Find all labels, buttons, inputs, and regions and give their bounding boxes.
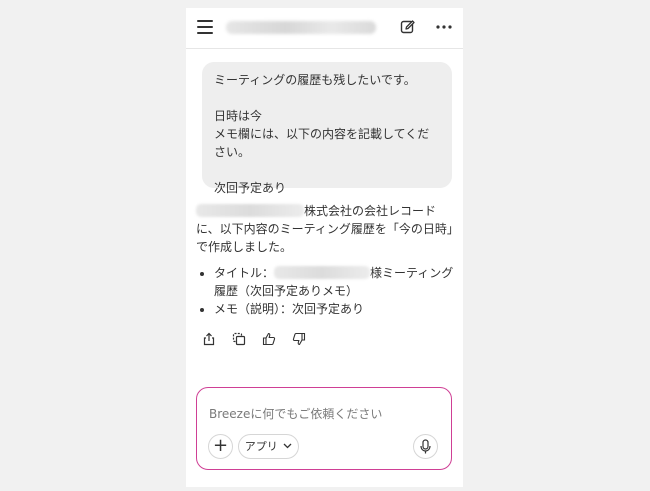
list-item: タイトル：様ミーティング履歴（次回予定ありメモ） xyxy=(214,264,454,300)
composer-placeholder[interactable]: Breezeに何でもご依頼ください xyxy=(209,405,382,422)
edit-note-icon[interactable] xyxy=(400,19,416,35)
user-message-line: 次回予定あり xyxy=(214,181,287,195)
share-icon[interactable] xyxy=(202,332,216,346)
microphone-button[interactable] xyxy=(413,434,438,459)
copy-icon[interactable] xyxy=(232,332,246,346)
message-composer[interactable]: Breezeに何でもご依頼ください + アプリ xyxy=(196,387,452,470)
microphone-icon xyxy=(420,439,431,454)
list-item: メモ（説明）：次回予定あり xyxy=(214,300,454,318)
assistant-intro: 株式会社の会社レコードに、以下内容のミーティング履歴を「今の日時」で作成しました… xyxy=(196,202,454,256)
chat-header xyxy=(186,8,463,49)
app-selector-button[interactable]: アプリ xyxy=(238,434,299,459)
user-message-line: 日時は今 xyxy=(214,109,263,123)
thumbs-up-icon[interactable] xyxy=(262,332,276,346)
user-message-line: メモ欄には、以下の内容を記載してください。 xyxy=(214,127,430,159)
redacted-title xyxy=(226,21,376,34)
add-attachment-button[interactable]: + xyxy=(208,434,233,459)
user-message-bubble: ミーティングの履歴も残したいです。 日時は今 メモ欄には、以下の内容を記載してく… xyxy=(202,62,452,195)
assistant-message: 株式会社の会社レコードに、以下内容のミーティング履歴を「今の日時」で作成しました… xyxy=(196,202,454,318)
assistant-bullet-list: タイトル：様ミーティング履歴（次回予定ありメモ） メモ（説明）：次回予定あり xyxy=(196,264,454,318)
redacted-company-name xyxy=(196,204,304,217)
hamburger-menu-icon[interactable] xyxy=(197,20,213,34)
more-horizontal-icon[interactable] xyxy=(435,19,453,35)
redacted-client-name xyxy=(274,266,371,279)
thumbs-down-icon[interactable] xyxy=(292,332,306,346)
bullet-title-label: タイトル： xyxy=(214,266,275,280)
chat-panel: ミーティングの履歴も残したいです。 日時は今 メモ欄には、以下の内容を記載してく… xyxy=(186,8,463,487)
app-selector-label: アプリ xyxy=(244,440,278,453)
user-message-line: ミーティングの履歴も残したいです。 xyxy=(214,73,416,87)
bullet-memo-text: メモ（説明）：次回予定あり xyxy=(214,302,365,316)
chevron-down-icon xyxy=(283,443,292,449)
